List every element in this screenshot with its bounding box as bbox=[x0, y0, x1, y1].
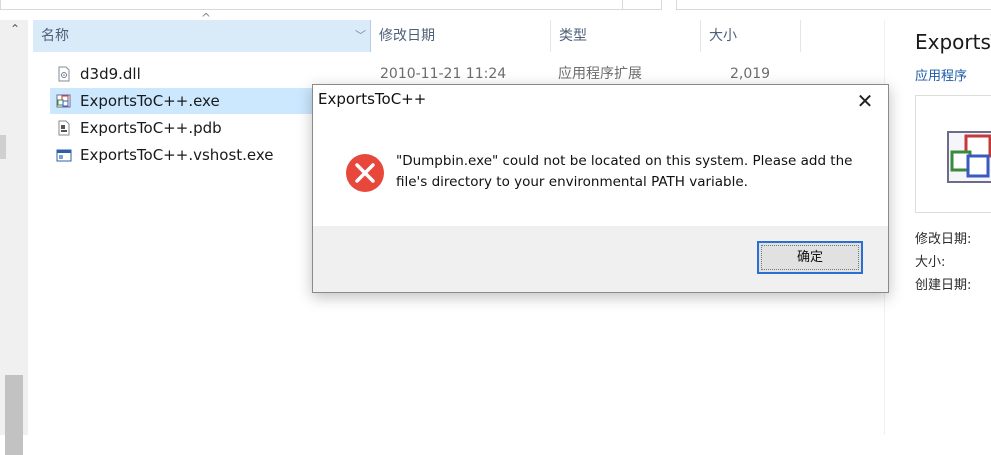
preview-pane: ExportsT 应用程序 修改日期: 大小: 创建日期: bbox=[884, 20, 991, 435]
dialog-message-line2: file's directory to your environmental P… bbox=[396, 174, 748, 190]
column-name-label: 名称 bbox=[41, 28, 69, 44]
error-icon bbox=[346, 154, 384, 192]
focus-ring bbox=[761, 245, 859, 270]
column-header: ^ 名称 ﹀ 修改日期 类型 大小 bbox=[33, 11, 883, 52]
column-name-header[interactable]: ^ 名称 ﹀ bbox=[33, 11, 371, 52]
file-name: ExportsToC++.pdb bbox=[80, 119, 222, 137]
column-date-header[interactable]: 修改日期 bbox=[371, 20, 551, 52]
exe-file-icon bbox=[56, 94, 71, 108]
preview-thumbnail bbox=[915, 95, 991, 213]
close-icon[interactable]: ✕ bbox=[852, 88, 878, 114]
vshost-exe-icon bbox=[56, 149, 72, 162]
search-box-edge[interactable] bbox=[676, 0, 991, 10]
preview-modified-label: 修改日期: bbox=[915, 232, 972, 247]
address-bar-edge[interactable] bbox=[0, 0, 624, 10]
sort-ascending-icon: ^ bbox=[201, 11, 212, 25]
column-size-label: 大小 bbox=[709, 28, 737, 44]
error-dialog: ExportsToC++ ✕ "Dumpbin.exe" could not b… bbox=[312, 84, 889, 293]
dialog-message: "Dumpbin.exe" could not be located on th… bbox=[396, 151, 866, 193]
dialog-title: ExportsToC++ bbox=[318, 90, 427, 108]
column-date-label: 修改日期 bbox=[379, 28, 435, 44]
file-name: ExportsToC++.exe bbox=[80, 92, 220, 110]
exe-preview-icon bbox=[947, 131, 991, 183]
file-row-exportstoc-exe[interactable]: ExportsToC++.exe bbox=[50, 88, 315, 114]
navigation-pane-edge bbox=[0, 135, 6, 159]
preview-created-label: 创建日期: bbox=[915, 278, 972, 293]
dialog-footer: 确定 bbox=[313, 226, 888, 292]
dll-file-icon bbox=[58, 66, 70, 82]
file-name: ExportsToC++.vshost.exe bbox=[80, 146, 274, 164]
preview-file-type: 应用程序 bbox=[915, 69, 968, 84]
chevron-down-icon[interactable]: ﹀ bbox=[355, 20, 366, 52]
scroll-up-icon[interactable]: ⌃ bbox=[8, 22, 22, 36]
preview-title: ExportsT bbox=[915, 30, 991, 54]
dialog-message-line1: "Dumpbin.exe" could not be located on th… bbox=[396, 153, 853, 169]
file-name: d3d9.dll bbox=[80, 65, 141, 83]
toolbar-strip bbox=[0, 0, 991, 10]
column-size-header[interactable]: 大小 bbox=[701, 20, 801, 52]
column-type-header[interactable]: 类型 bbox=[551, 20, 701, 52]
address-dropdown-edge[interactable] bbox=[622, 0, 662, 10]
preview-size-label: 大小: bbox=[915, 255, 946, 270]
vertical-scrollbar[interactable]: ⌃ bbox=[0, 20, 28, 455]
pdb-file-icon bbox=[58, 120, 70, 136]
scrollbar-thumb[interactable] bbox=[5, 375, 23, 455]
ok-button[interactable]: 确定 bbox=[757, 241, 863, 274]
column-type-label: 类型 bbox=[559, 28, 587, 44]
